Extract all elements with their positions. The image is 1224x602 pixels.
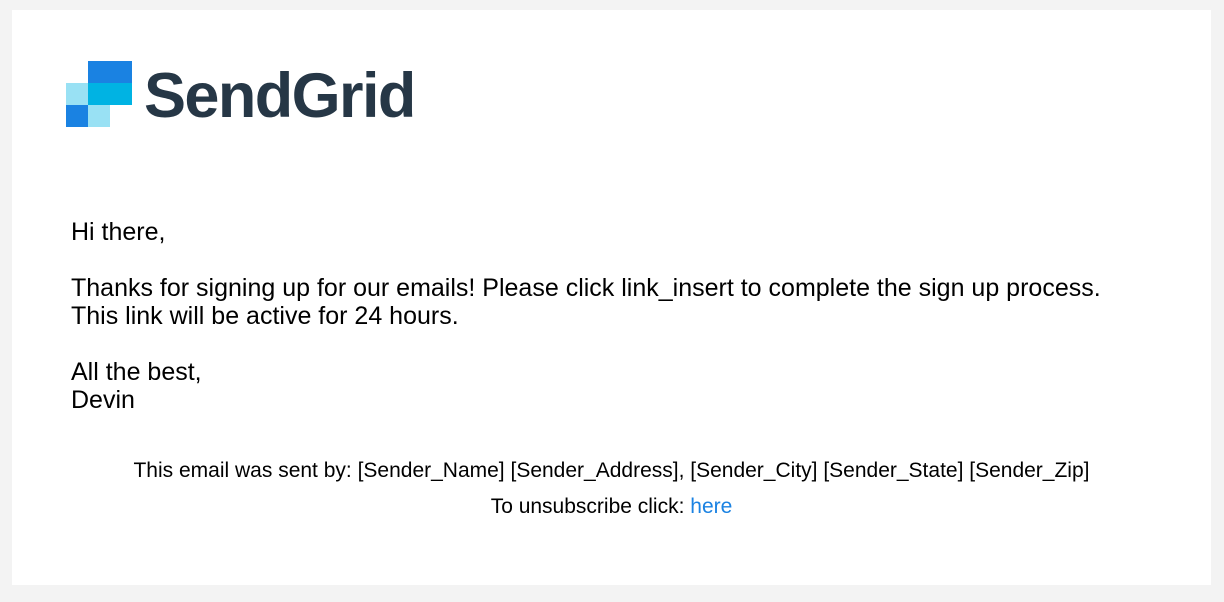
email-message: Thanks for signing up for our emails! Pl…	[71, 274, 1101, 330]
logo-square	[110, 61, 132, 83]
sendgrid-wordmark: SendGrid	[144, 61, 416, 131]
logo-square	[110, 83, 132, 105]
sendgrid-logo: SendGrid	[66, 61, 416, 131]
logo-square	[66, 105, 88, 127]
logo-square	[88, 61, 110, 83]
email-card: SendGrid Hi there, Thanks for signing up…	[12, 10, 1211, 585]
logo-square	[88, 105, 110, 127]
footer-sender-info: This email was sent by: [Sender_Name] [S…	[133, 459, 1090, 482]
footer-unsubscribe: To unsubscribe click: here	[12, 494, 1211, 520]
email-closing: All the best,	[71, 358, 202, 386]
logo-square	[88, 83, 110, 105]
email-signature: Devin	[71, 386, 135, 414]
email-greeting: Hi there,	[71, 218, 166, 246]
unsubscribe-prefix: To unsubscribe click:	[490, 495, 691, 518]
sendgrid-logo-mark-icon	[66, 61, 132, 127]
unsubscribe-link[interactable]: here	[690, 495, 732, 518]
logo-square	[66, 83, 88, 105]
